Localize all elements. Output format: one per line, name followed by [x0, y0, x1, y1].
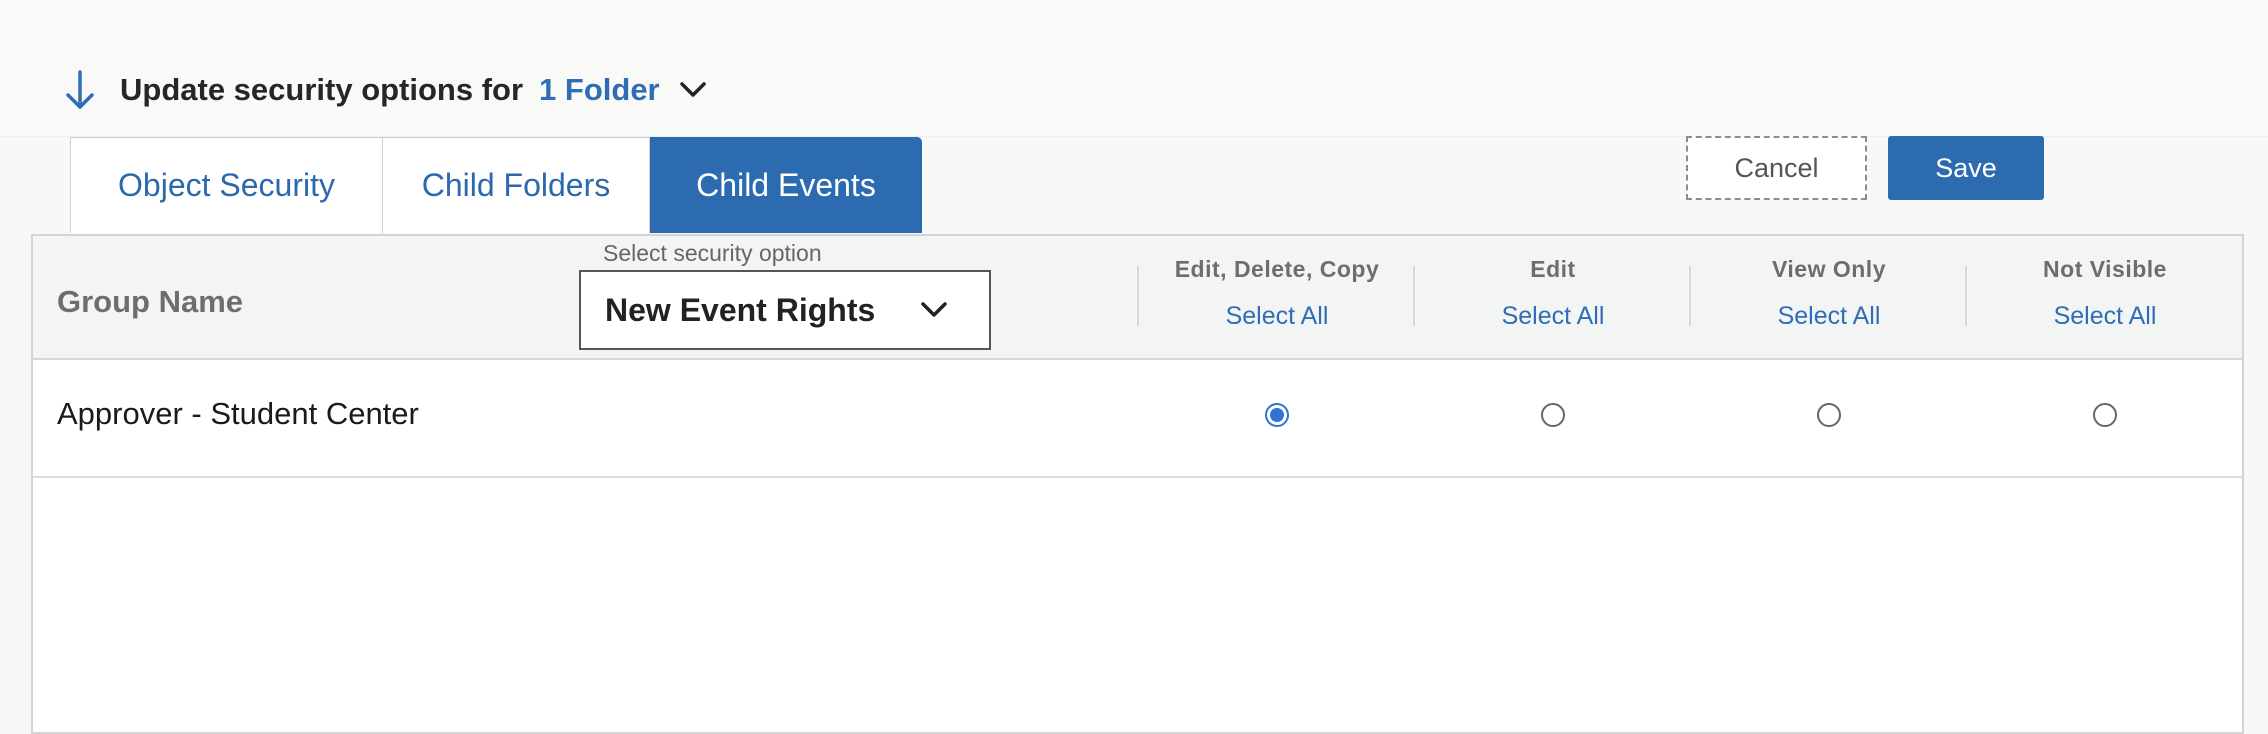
folder-count-link[interactable]: 1 Folder — [539, 72, 660, 108]
column-title: Edit, Delete, Copy — [1174, 256, 1380, 282]
radio-view-only[interactable] — [1817, 403, 1841, 427]
column-header-edit: Edit Select All — [1415, 236, 1691, 356]
chevron-down-icon — [921, 302, 947, 317]
select-all-edit-delete-copy[interactable]: Select All — [1139, 302, 1415, 331]
column-title: View Only — [1771, 256, 1886, 282]
column-header-edit-delete-copy: Edit, Delete, Copy Select All — [1139, 236, 1415, 356]
group-name-cell: Approver - Student Center — [57, 396, 419, 431]
column-header-view-only: View Only Select All — [1691, 236, 1967, 356]
tab-object-security[interactable]: Object Security — [70, 137, 383, 233]
radio-edit[interactable] — [1541, 403, 1565, 427]
chevron-down-icon[interactable] — [678, 79, 708, 101]
security-select-label: Select security option — [603, 240, 822, 266]
page-header: Update security options for 1 Folder — [62, 66, 708, 114]
arrow-down-icon[interactable] — [62, 69, 98, 111]
column-header-not-visible: Not Visible Select All — [1967, 236, 2243, 356]
tab-bar: Object Security Child Folders Child Even… — [70, 137, 922, 235]
cancel-button[interactable]: Cancel — [1686, 136, 1867, 200]
radio-not-visible[interactable] — [2093, 403, 2117, 427]
security-select-value: New Event Rights — [605, 291, 876, 328]
select-all-view-only[interactable]: Select All — [1691, 302, 1967, 331]
select-all-edit[interactable]: Select All — [1415, 302, 1691, 331]
page-title: Update security options for — [120, 72, 524, 107]
group-name-header: Group Name — [57, 284, 244, 319]
tab-child-events[interactable]: Child Events — [650, 137, 922, 233]
column-title: Not Visible — [2043, 256, 2167, 282]
column-title: Edit — [1530, 256, 1576, 282]
save-button[interactable]: Save — [1888, 136, 2044, 200]
tab-child-folders[interactable]: Child Folders — [383, 137, 650, 233]
table-row: Approver - Student Center — [33, 358, 2242, 478]
security-option-select[interactable]: New Event Rights — [579, 270, 991, 350]
select-all-not-visible[interactable]: Select All — [1967, 302, 2243, 331]
table-header: Group Name Select security option New Ev… — [33, 236, 2242, 360]
security-table: Group Name Select security option New Ev… — [31, 234, 2244, 734]
radio-edit-delete-copy[interactable] — [1265, 403, 1289, 427]
